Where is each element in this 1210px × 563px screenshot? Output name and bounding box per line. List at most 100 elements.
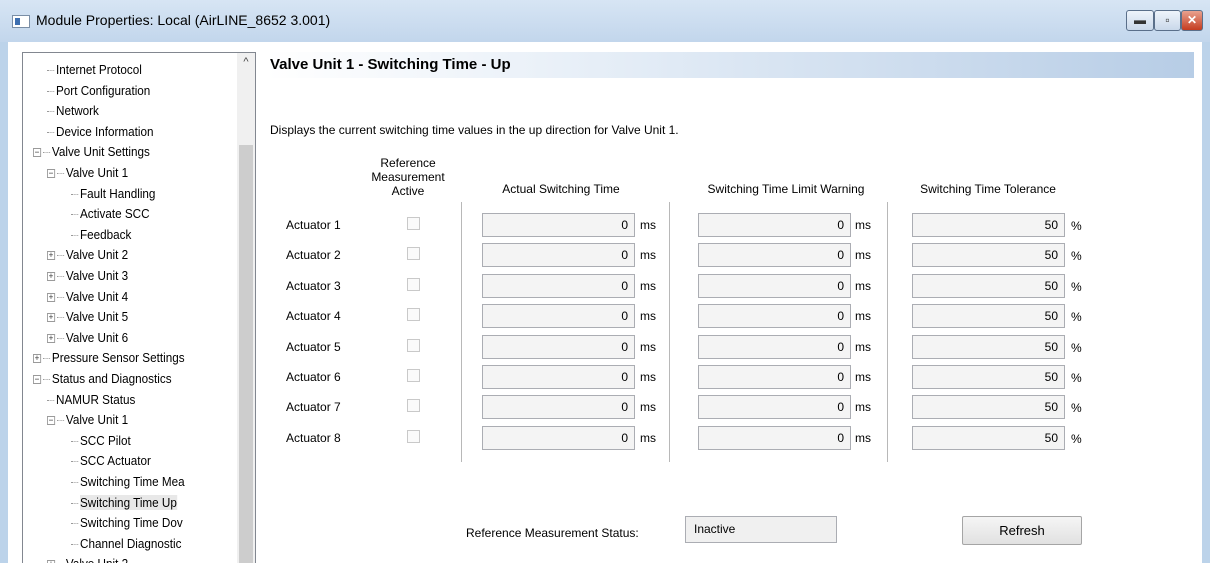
tree-node-channel-diagnostic[interactable]: Channel Diagnostic xyxy=(71,534,181,554)
window-client-area: Internet Protocol Port Configuration Netwo… xyxy=(8,42,1202,563)
tree-connector xyxy=(71,193,79,195)
tree-node-feedback[interactable]: Feedback xyxy=(71,225,131,245)
tolerance-field[interactable]: 50 xyxy=(912,304,1065,329)
tree-node-fault-handling[interactable]: Fault Handling xyxy=(71,184,155,204)
reference-active-checkbox[interactable] xyxy=(407,277,420,291)
close-button[interactable]: ✕ xyxy=(1181,10,1203,31)
limit-warning-unit: ms xyxy=(855,309,871,324)
tolerance-field[interactable]: 50 xyxy=(912,243,1065,268)
expand-icon[interactable]: + xyxy=(47,313,56,323)
title-bar[interactable]: Module Properties: Local (AirLINE_8652 3… xyxy=(0,0,1210,42)
tree-node-valve-unit-1[interactable]: − Valve Unit 1 xyxy=(47,410,128,430)
reference-active-checkbox[interactable] xyxy=(407,369,420,382)
limit-warning-field[interactable]: 0 xyxy=(698,213,851,237)
column-header-reference: Reference Measurement Active xyxy=(368,156,448,198)
actual-switching-time-field[interactable]: 0 xyxy=(482,365,635,389)
actual-switching-time-field[interactable]: 0 xyxy=(482,213,635,237)
scrollbar-thumb[interactable] xyxy=(239,145,253,563)
limit-warning-field[interactable]: 0 xyxy=(698,273,851,298)
tree-node-port-configuration[interactable]: Port Configuration xyxy=(47,81,150,101)
refresh-button[interactable]: Refresh xyxy=(962,516,1082,545)
minimize-button[interactable]: ▬ xyxy=(1126,10,1154,31)
limit-warning-unit: ms xyxy=(855,400,871,415)
tree-node-valve-unit-4[interactable]: + Valve Unit 4 xyxy=(47,287,128,307)
reference-active-checkbox[interactable] xyxy=(407,338,420,352)
tolerance-field[interactable]: 50 xyxy=(912,213,1065,237)
tolerance-field[interactable]: 50 xyxy=(912,334,1065,359)
actuator-label: Actuator 1 xyxy=(286,218,341,232)
reference-active-checkbox[interactable] xyxy=(407,399,420,413)
tree-node-scc-actuator[interactable]: SCC Actuator xyxy=(71,451,151,471)
tree-node-network[interactable]: Network xyxy=(47,101,99,121)
tree-node-label: Channel Diagnostic xyxy=(80,535,182,551)
tree-node-label: Valve Unit 4 xyxy=(65,288,129,304)
collapse-icon[interactable]: − xyxy=(47,416,56,426)
limit-warning-unit: ms xyxy=(855,218,871,232)
reference-active-checkbox[interactable] xyxy=(407,429,420,443)
collapse-icon[interactable]: − xyxy=(33,148,42,158)
tree-connector xyxy=(56,317,65,319)
actual-switching-time-field[interactable]: 0 xyxy=(482,273,635,298)
tree-node-valve-unit-2[interactable]: +Valve Unit 2 xyxy=(47,245,128,265)
limit-warning-field[interactable]: 0 xyxy=(698,304,851,329)
tree-node-valve-unit-2[interactable]: +Valve Unit 2 xyxy=(47,554,128,563)
reference-active-checkbox[interactable] xyxy=(407,308,420,322)
column-header-reference-line2: Measurement xyxy=(371,170,445,184)
tolerance-field[interactable]: 50 xyxy=(912,425,1065,450)
limit-warning-unit: ms xyxy=(855,370,871,384)
tolerance-unit: % xyxy=(1071,219,1082,233)
tree-node-device-information[interactable]: Device Information xyxy=(47,122,154,142)
tolerance-unit: % xyxy=(1071,401,1082,416)
tree-node-internet-protocol[interactable]: Internet Protocol xyxy=(47,60,142,80)
expand-icon[interactable]: + xyxy=(47,333,56,343)
expand-icon[interactable]: + xyxy=(47,272,56,282)
actual-switching-time-field[interactable]: 0 xyxy=(482,243,635,268)
tolerance-field[interactable]: 50 xyxy=(912,365,1065,389)
limit-warning-field[interactable]: 0 xyxy=(698,365,851,389)
scroll-up-icon[interactable]: ^ xyxy=(237,53,255,71)
tree-node-valve-unit-6[interactable]: + Valve Unit 6 xyxy=(47,328,128,348)
reference-active-checkbox[interactable] xyxy=(407,247,420,261)
tolerance-field[interactable]: 50 xyxy=(912,273,1065,298)
tree-scrollbar[interactable]: ^ xyxy=(237,53,255,563)
limit-warning-field[interactable]: 0 xyxy=(698,425,851,450)
reference-status-label: Reference Measurement Status: xyxy=(466,526,639,540)
tree-connector xyxy=(56,420,65,422)
actuator-label: Actuator 3 xyxy=(286,278,341,293)
tree-node-valve-unit-5[interactable]: + Valve Unit 5 xyxy=(47,307,128,327)
tree-node-activate-scc[interactable]: Activate SCC xyxy=(71,204,150,224)
limit-warning-field[interactable]: 0 xyxy=(698,334,851,359)
actual-switching-time-field[interactable]: 0 xyxy=(482,425,635,450)
tree-node-valve-unit-3[interactable]: + Valve Unit 3 xyxy=(47,266,128,286)
tree-node-label: Port Configuration xyxy=(56,82,151,98)
expand-icon[interactable]: + xyxy=(33,354,42,364)
tree-node-status-and-diagnostics[interactable]: − Status and Diagnostics xyxy=(33,369,172,389)
tolerance-field[interactable]: 50 xyxy=(912,395,1065,420)
actual-switching-time-field[interactable]: 0 xyxy=(482,395,635,420)
reference-active-checkbox[interactable] xyxy=(407,217,420,230)
tree-node-valve-unit-1[interactable]: − Valve Unit 1 xyxy=(47,163,128,183)
actual-switching-time-field[interactable]: 0 xyxy=(482,334,635,359)
limit-warning-field[interactable]: 0 xyxy=(698,243,851,268)
limit-warning-field[interactable]: 0 xyxy=(698,395,851,420)
collapse-icon[interactable]: − xyxy=(33,375,42,385)
tree-connector xyxy=(71,523,79,525)
expand-icon[interactable]: + xyxy=(47,251,56,261)
maximize-button[interactable]: ▫ xyxy=(1154,10,1181,31)
tree-node-label: Valve Unit Settings xyxy=(51,144,150,160)
tree-node-switching-time-mea[interactable]: Switching Time Mea xyxy=(71,472,185,492)
column-divider xyxy=(669,202,670,462)
tree-node-label: Switching Time Dov xyxy=(80,515,183,531)
tree-node-switching-time-dov[interactable]: Switching Time Dov xyxy=(71,513,183,533)
tree-node-pressure-sensor-settings[interactable]: + Pressure Sensor Settings xyxy=(33,348,185,368)
tree-connector xyxy=(71,482,79,484)
tree-node-label: SCC Pilot xyxy=(80,432,131,448)
tree-node-switching-time-up[interactable]: Switching Time Up xyxy=(71,493,177,513)
collapse-icon[interactable]: − xyxy=(47,169,56,179)
expand-icon[interactable]: + xyxy=(47,292,56,302)
tree-node-namur-status[interactable]: NAMUR Status xyxy=(47,390,135,410)
window-title: Module Properties: Local (AirLINE_8652 3… xyxy=(36,12,331,28)
tree-node-scc-pilot[interactable]: SCC Pilot xyxy=(71,431,131,451)
actual-switching-time-field[interactable]: 0 xyxy=(482,304,635,329)
tree-node-valve-unit-settings[interactable]: − Valve Unit Settings xyxy=(33,142,150,162)
